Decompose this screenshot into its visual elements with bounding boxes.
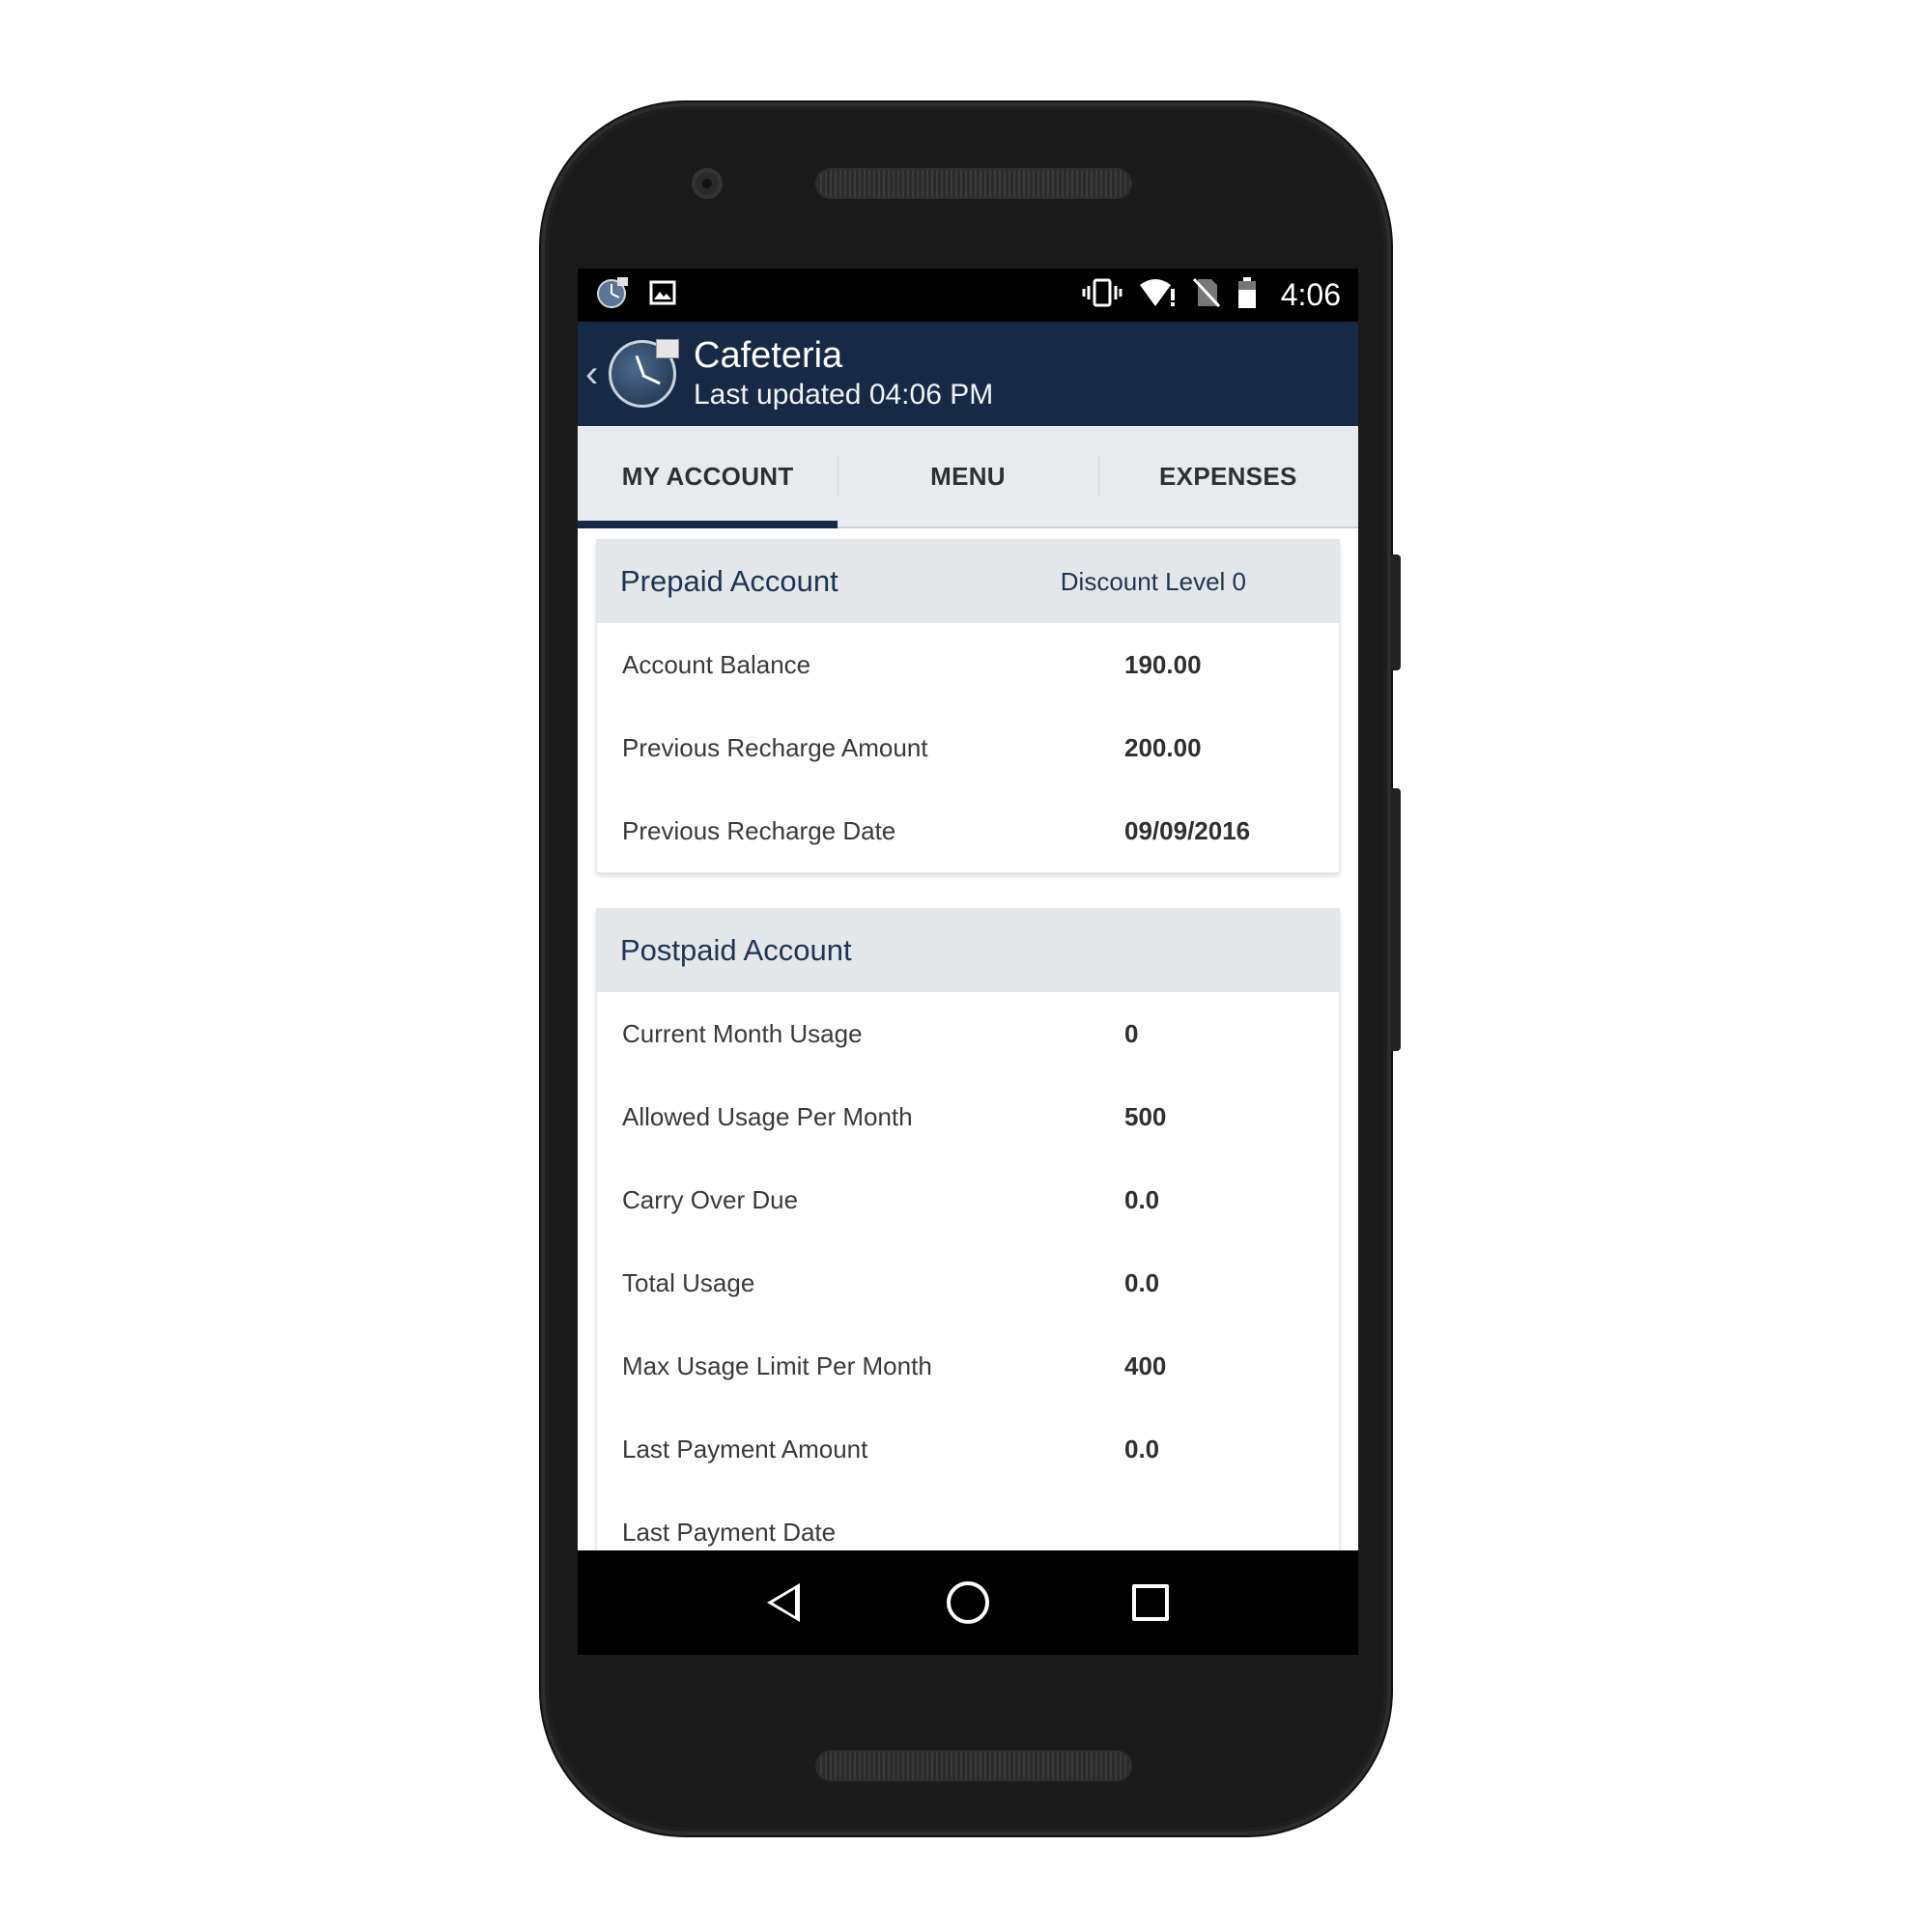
power-button <box>1391 554 1401 670</box>
row-value: 500 <box>1124 1101 1167 1131</box>
logo-badge <box>656 339 679 358</box>
row-label: Current Month Usage <box>622 1018 863 1048</box>
tab-bar: MY ACCOUNT MENU EXPENSES <box>578 426 1358 528</box>
clock-hand-minute <box>641 374 661 385</box>
bottom-speaker <box>817 1752 1130 1779</box>
app-notification-icon <box>595 275 630 315</box>
clock-hand-hour <box>635 355 645 377</box>
row-label: Max Usage Limit Per Month <box>622 1350 932 1380</box>
tab-expenses[interactable]: EXPENSES <box>1097 426 1358 526</box>
account-content: Prepaid Account Discount Level 0 Account… <box>578 528 1358 1574</box>
info-row: Previous Recharge Amount 200.00 <box>597 706 1339 789</box>
row-value: 0 <box>1124 1018 1139 1048</box>
prepaid-card-header: Prepaid Account Discount Level 0 <box>597 540 1339 623</box>
row-label: Last Payment Amount <box>622 1434 868 1463</box>
wifi-alert-icon <box>1138 277 1177 313</box>
info-row: Current Month Usage 0 <box>597 992 1339 1075</box>
info-row: Total Usage 0.0 <box>597 1241 1339 1324</box>
row-label: Previous Recharge Amount <box>622 732 928 762</box>
image-icon <box>649 279 676 311</box>
postpaid-card-header: Postpaid Account <box>597 909 1339 992</box>
row-value: 0.0 <box>1124 1267 1160 1297</box>
status-bar: 4:06 <box>578 269 1358 322</box>
row-label: Carry Over Due <box>622 1184 799 1214</box>
postpaid-account-card: Postpaid Account Current Month Usage 0 A… <box>597 909 1339 1574</box>
battery-icon <box>1236 276 1258 314</box>
tab-menu[interactable]: MENU <box>838 426 1097 526</box>
tab-my-account[interactable]: MY ACCOUNT <box>578 426 838 528</box>
row-label: Allowed Usage Per Month <box>622 1101 913 1131</box>
postpaid-card-title: Postpaid Account <box>620 933 852 967</box>
row-label: Last Payment Date <box>622 1517 837 1547</box>
system-nav-bar <box>578 1550 1358 1655</box>
prepaid-account-card: Prepaid Account Discount Level 0 Account… <box>597 540 1339 872</box>
row-label: Previous Recharge Date <box>622 815 896 845</box>
no-sim-icon <box>1192 277 1221 313</box>
back-icon[interactable] <box>761 1578 810 1627</box>
vibrate-icon <box>1082 278 1122 312</box>
volume-button <box>1391 788 1401 1051</box>
title-block: Cafeteria Last updated 04:06 PM <box>694 334 993 413</box>
info-row: Previous Recharge Date 09/09/2016 <box>597 789 1339 872</box>
row-value: 0.0 <box>1124 1184 1160 1214</box>
info-row: Max Usage Limit Per Month 400 <box>597 1324 1339 1407</box>
last-updated-text: Last updated 04:06 PM <box>694 379 994 411</box>
row-value: 200.00 <box>1124 732 1202 762</box>
row-label: Account Balance <box>622 649 811 679</box>
info-row: Last Payment Amount 0.0 <box>597 1407 1339 1491</box>
top-speaker <box>817 170 1130 197</box>
info-row: Allowed Usage Per Month 500 <box>597 1075 1339 1158</box>
screen: 4:06 ‹ Cafeteria Last updated 04:06 PM M… <box>578 269 1358 1655</box>
prepaid-card-title: Prepaid Account <box>620 564 838 598</box>
info-row: Account Balance 190.00 <box>597 623 1339 706</box>
app-bar: ‹ Cafeteria Last updated 04:06 PM <box>578 322 1358 426</box>
discount-level: Discount Level 0 <box>1060 566 1246 596</box>
app-title: Cafeteria <box>694 335 843 376</box>
front-camera <box>692 168 723 199</box>
back-chevron-icon[interactable]: ‹ <box>585 353 607 396</box>
row-value: 09/09/2016 <box>1124 815 1251 845</box>
app-logo[interactable] <box>609 339 679 408</box>
info-row: Carry Over Due 0.0 <box>597 1158 1339 1241</box>
row-label: Total Usage <box>622 1267 755 1297</box>
recents-icon[interactable] <box>1126 1578 1175 1627</box>
home-icon[interactable] <box>944 1578 992 1627</box>
row-value: 0.0 <box>1124 1434 1160 1463</box>
status-time: 4:06 <box>1280 277 1341 312</box>
row-value: 190.00 <box>1124 649 1202 679</box>
row-value: 400 <box>1124 1350 1167 1380</box>
